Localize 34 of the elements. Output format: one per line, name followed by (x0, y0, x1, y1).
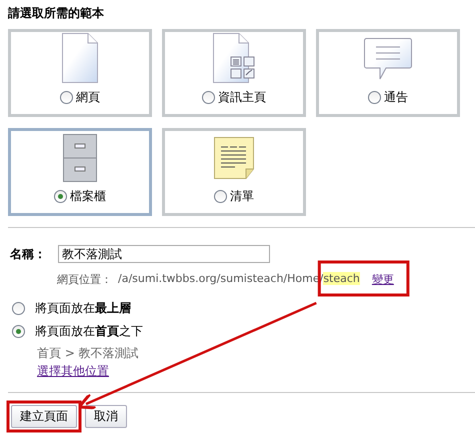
template-card[interactable]: 通告 (316, 29, 460, 117)
choose-location-link[interactable]: 選擇其他位置 (37, 364, 109, 378)
template-card[interactable]: 清單 (162, 128, 306, 216)
note-list-icon (214, 136, 254, 178)
template-label: 清單 (230, 188, 254, 205)
dashboard-page-icon (213, 33, 255, 83)
placement-option: 將頁面放在最上層 (35, 300, 131, 317)
url-slug: steach (323, 272, 360, 285)
name-field[interactable]: 教不落測試 (58, 245, 270, 263)
create-page-button[interactable]: 建立頁面 (11, 405, 77, 428)
template-label: 檔案櫃 (70, 188, 106, 205)
radio-button[interactable] (368, 91, 381, 104)
section-heading: 請選取所需的範本 (6, 5, 105, 22)
document-icon (62, 33, 98, 83)
template-card[interactable]: 網頁 (8, 29, 152, 117)
file-cabinet-icon (63, 134, 97, 182)
template-label: 網頁 (76, 89, 100, 106)
radio-button[interactable] (202, 91, 215, 104)
change-link[interactable]: 變更 (372, 272, 394, 287)
field-label: 網頁位置： (57, 272, 112, 287)
template-card[interactable]: 檔案櫃 (8, 128, 152, 216)
cancel-button[interactable]: 取消 (85, 405, 127, 428)
radio-button[interactable] (12, 325, 25, 338)
placement-option: 將頁面放在首頁之下 (35, 323, 143, 340)
field-label: 名稱： (10, 246, 47, 262)
radio-button[interactable] (60, 91, 73, 104)
template-card[interactable]: 資訊主頁 (162, 29, 306, 117)
template-label: 通告 (384, 89, 408, 106)
template-label: 資訊主頁 (218, 89, 266, 106)
radio-button[interactable] (214, 190, 227, 203)
radio-button[interactable] (12, 302, 25, 315)
radio-button[interactable] (54, 190, 67, 203)
speech-bubble-icon (364, 38, 412, 80)
breadcrumb: 首頁 > 教不落測試 (36, 345, 140, 362)
